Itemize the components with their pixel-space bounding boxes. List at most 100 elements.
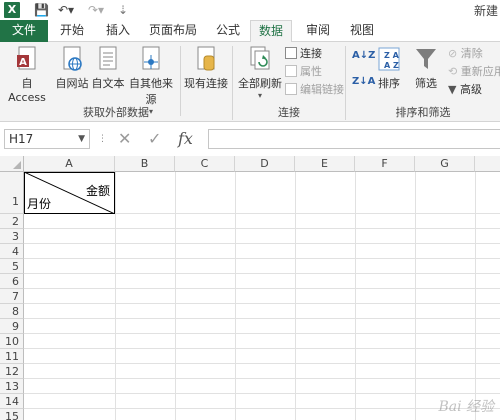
- edit-links-icon: [285, 83, 297, 95]
- undo-icon[interactable]: ↶▾: [58, 2, 74, 18]
- row-header-2[interactable]: 2: [0, 214, 24, 229]
- window-title: 新建: [473, 4, 498, 18]
- tab-page-layout[interactable]: 页面布局: [144, 20, 202, 42]
- edit-links-button[interactable]: 编辑链接: [285, 82, 344, 98]
- customize-qat-icon[interactable]: ⇣: [118, 2, 128, 18]
- chevron-down-icon: ▾: [257, 91, 262, 100]
- properties-button[interactable]: 属性: [285, 64, 322, 80]
- column-header-h[interactable]: [475, 156, 500, 172]
- existing-connections-icon: [195, 46, 217, 72]
- select-all-icon: [13, 161, 21, 169]
- existing-connections-label: 现有连接: [184, 77, 228, 90]
- row-header-6[interactable]: 6: [0, 274, 24, 289]
- column-header-b[interactable]: B: [115, 156, 175, 172]
- advanced-filter-icon: ▼: [448, 83, 460, 96]
- edit-links-label: 编辑链接: [300, 83, 344, 96]
- formula-bar: H17 ▼ ⋮ ✕ ✓ fx: [0, 122, 500, 156]
- from-access-button[interactable]: A 自 Access: [2, 46, 52, 104]
- row-header-8[interactable]: 8: [0, 304, 24, 319]
- clear-filter-icon: ⊘: [448, 47, 461, 60]
- tab-formulas[interactable]: 公式: [208, 20, 248, 42]
- row-header-15[interactable]: 15: [0, 409, 24, 420]
- existing-connections-button[interactable]: 现有连接: [183, 46, 229, 91]
- sort-icon: Z AA Z: [378, 46, 400, 72]
- name-box-value: H17: [9, 132, 34, 146]
- clear-filter-button[interactable]: ⊘ 清除: [448, 46, 483, 62]
- row-header-12[interactable]: 12: [0, 364, 24, 379]
- column-header-g[interactable]: G: [415, 156, 475, 172]
- cell-a1[interactable]: 金额 月份: [24, 172, 115, 214]
- svg-text:Z A: Z A: [384, 51, 400, 60]
- group-label-sort-filter: 排序和筛选: [395, 106, 451, 119]
- row-header-11[interactable]: 11: [0, 349, 24, 364]
- title-bar: X 💾 ↶▾ ↷▾ ⇣ 新建: [0, 0, 500, 20]
- row-header-10[interactable]: 10: [0, 334, 24, 349]
- connections-button[interactable]: 连接: [285, 46, 322, 62]
- row-header-9[interactable]: 9: [0, 319, 24, 334]
- column-header-e[interactable]: E: [295, 156, 355, 172]
- gridline: [175, 172, 176, 420]
- from-web-button[interactable]: 自网站: [54, 46, 90, 91]
- group-label-connections: 连接: [278, 106, 300, 119]
- from-text-label: 自文本: [91, 77, 125, 90]
- from-other-sources-label: 自其他来源: [129, 77, 173, 106]
- gridline: [295, 172, 296, 420]
- save-icon[interactable]: 💾: [34, 2, 49, 18]
- select-all-button[interactable]: [0, 156, 24, 172]
- chevron-down-icon[interactable]: ▼: [78, 130, 85, 148]
- name-box[interactable]: H17 ▼: [4, 129, 90, 149]
- column-header-f[interactable]: F: [355, 156, 415, 172]
- tab-home[interactable]: 开始: [52, 20, 92, 42]
- row-header-3[interactable]: 3: [0, 229, 24, 244]
- advanced-filter-label: 高级: [459, 83, 482, 96]
- tab-file[interactable]: 文件: [0, 20, 48, 42]
- refresh-all-button[interactable]: 全部刷新 ▾: [235, 46, 285, 100]
- drag-handle-icon[interactable]: ⋮: [98, 129, 107, 149]
- filter-button[interactable]: 筛选: [410, 46, 442, 91]
- tab-review[interactable]: 审阅: [298, 20, 338, 42]
- gridline: [24, 393, 500, 394]
- ribbon: A 自 Access 自网站 自文本 自其他来源 ▾ 现有连接 获取外部数据 全…: [0, 42, 500, 122]
- svg-text:A: A: [19, 57, 27, 68]
- tab-view[interactable]: 视图: [342, 20, 382, 42]
- refresh-icon: [249, 46, 271, 72]
- from-access-label: 自 Access: [8, 77, 46, 104]
- gridline: [24, 228, 500, 229]
- from-text-button[interactable]: 自文本: [90, 46, 126, 91]
- row-header-4[interactable]: 4: [0, 244, 24, 259]
- advanced-filter-button[interactable]: ▼ 高级: [448, 82, 482, 98]
- row-header-14[interactable]: 14: [0, 394, 24, 409]
- tab-insert[interactable]: 插入: [98, 20, 138, 42]
- column-header-c[interactable]: C: [175, 156, 235, 172]
- gridline: [24, 378, 500, 379]
- gridline: [24, 408, 500, 409]
- enter-icon[interactable]: ✓: [148, 129, 161, 149]
- group-label-external: 获取外部数据: [83, 106, 149, 119]
- sort-descending-button[interactable]: Z↓A: [352, 74, 375, 90]
- reapply-icon: ⟲: [448, 65, 461, 78]
- gridline: [24, 288, 500, 289]
- gridline: [24, 273, 500, 274]
- row-header-13[interactable]: 13: [0, 379, 24, 394]
- gridline: [24, 348, 500, 349]
- sort-button[interactable]: Z AA Z 排序: [374, 46, 404, 91]
- formula-input[interactable]: [208, 129, 500, 149]
- cancel-icon[interactable]: ✕: [118, 129, 131, 149]
- tab-data[interactable]: 数据: [250, 20, 292, 43]
- row-header-5[interactable]: 5: [0, 259, 24, 274]
- formula-buttons: ⋮ ✕ ✓ fx: [96, 129, 206, 149]
- row-header-7[interactable]: 7: [0, 289, 24, 304]
- column-header-d[interactable]: D: [235, 156, 295, 172]
- column-header-a[interactable]: A: [24, 156, 115, 172]
- insert-function-icon[interactable]: fx: [178, 129, 193, 149]
- sort-ascending-button[interactable]: A↓Z: [352, 48, 375, 64]
- reapply-button[interactable]: ⟲ 重新应用: [448, 64, 500, 80]
- connections-icon: [285, 47, 297, 59]
- reapply-label: 重新应用: [460, 65, 500, 78]
- gridline: [24, 243, 500, 244]
- gridline: [235, 172, 236, 420]
- redo-icon[interactable]: ↷▾: [88, 2, 104, 18]
- row-header-1[interactable]: 1: [0, 172, 24, 214]
- from-web-label: 自网站: [55, 77, 89, 90]
- filter-label: 筛选: [415, 77, 437, 90]
